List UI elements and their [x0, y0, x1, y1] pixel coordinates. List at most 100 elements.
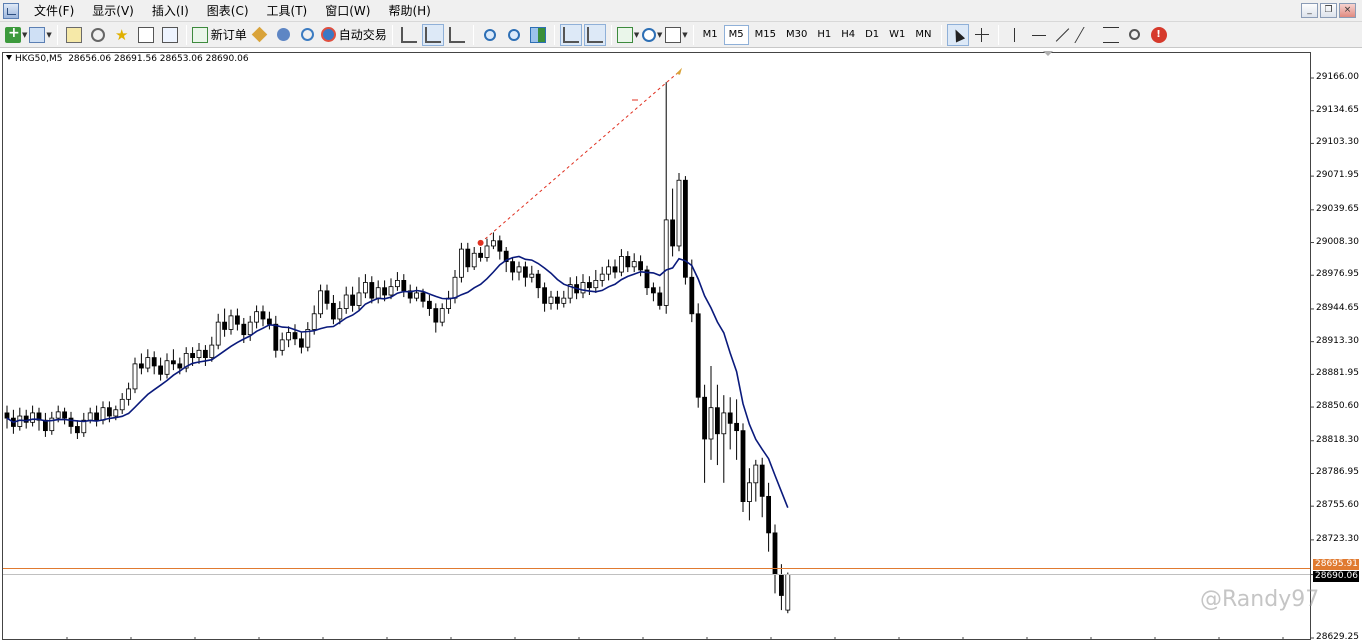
zoom-in-button[interactable]: [479, 24, 501, 46]
price-axis-label: 29008.30: [1316, 236, 1359, 247]
terminal-button[interactable]: [135, 24, 157, 46]
bullish-candle: [606, 266, 611, 275]
bearish-candle: [657, 292, 663, 306]
new-order-button[interactable]: 新订单: [191, 24, 247, 46]
cursor-tool-button[interactable]: [946, 23, 969, 46]
toolbar: ▼ ▼ ★ 新订单 自动交易 ▼ ▼ ▼ M1 M5 M15 M30 H1 H4…: [0, 22, 1362, 48]
channel-button[interactable]: [1073, 24, 1100, 46]
new-chart-button[interactable]: ▼: [5, 24, 27, 46]
timeframe-mn[interactable]: MN: [911, 25, 935, 45]
collapse-triangle-icon[interactable]: [6, 55, 12, 60]
tile-windows-icon: [529, 26, 546, 43]
timeframe-w1[interactable]: W1: [885, 25, 909, 45]
candlestick-chart-button[interactable]: [421, 23, 444, 46]
alert-button[interactable]: !: [1148, 24, 1170, 46]
menu-view[interactable]: 显示(V): [83, 0, 143, 22]
indicators-button[interactable]: ▼: [616, 24, 639, 46]
bullish-candle: [753, 464, 759, 484]
indicators-icon: [616, 26, 633, 43]
auto-trading-button[interactable]: 自动交易: [320, 24, 387, 46]
menu-charts[interactable]: 图表(C): [198, 0, 258, 22]
bullish-candle: [113, 409, 119, 417]
bullish-candle: [164, 360, 170, 375]
moving-average-line: [6, 255, 789, 508]
periods-button[interactable]: ▼: [641, 24, 663, 46]
timeframe-m1[interactable]: M1: [699, 25, 722, 45]
tile-windows-button[interactable]: [527, 24, 549, 46]
timeframe-m30[interactable]: M30: [782, 25, 811, 45]
bullish-candle: [490, 240, 496, 247]
trendline-button[interactable]: [1052, 24, 1074, 46]
bullish-candle: [747, 482, 752, 502]
bearish-candle: [465, 248, 471, 268]
signals-button[interactable]: [297, 24, 319, 46]
bearish-candle: [535, 273, 541, 289]
bullish-candle: [516, 266, 522, 273]
toolbar-separator: [56, 24, 58, 45]
bullish-candle: [119, 398, 125, 411]
bullish-candle: [228, 315, 234, 330]
templates-button[interactable]: ▼: [665, 24, 688, 46]
bearish-candle: [260, 311, 266, 320]
menu-insert[interactable]: 插入(I): [143, 0, 198, 22]
horizontal-line-button[interactable]: [1028, 24, 1050, 46]
app-chart-icon[interactable]: [3, 2, 19, 19]
vertical-line-icon: [1007, 27, 1023, 43]
timeframe-h4[interactable]: H4: [837, 25, 859, 45]
menu-window[interactable]: 窗口(W): [316, 0, 379, 22]
strategy-tester-button[interactable]: [159, 24, 181, 46]
navigator-button[interactable]: [87, 24, 109, 46]
line-chart-icon: [448, 26, 465, 43]
zoom-out-icon: [507, 28, 520, 41]
bearish-candle: [555, 296, 560, 304]
timeframe-h1[interactable]: H1: [813, 25, 835, 45]
bearish-candle: [190, 353, 196, 359]
signal-icon: [301, 28, 315, 41]
vertical-line-button[interactable]: [1004, 24, 1026, 46]
watermark: @Randy97: [1200, 587, 1320, 612]
bullish-candle: [362, 282, 368, 294]
search-button[interactable]: [1124, 24, 1146, 46]
fibonacci-button[interactable]: [1100, 24, 1122, 46]
profiles-button[interactable]: ▼: [29, 24, 52, 46]
bearish-candle: [689, 276, 695, 315]
community-button[interactable]: [273, 24, 295, 46]
minimize-button[interactable]: _: [1301, 3, 1318, 18]
line-chart-button[interactable]: [446, 24, 468, 46]
close-button[interactable]: ×: [1339, 3, 1356, 18]
timeframe-m15[interactable]: M15: [751, 25, 780, 45]
timeframe-m5[interactable]: M5: [723, 24, 749, 45]
bearish-candle: [401, 280, 407, 292]
price-chart[interactable]: [0, 49, 1362, 644]
bullish-candle: [676, 179, 682, 247]
price-axis-label: 28723.30: [1316, 533, 1359, 544]
bearish-candle: [734, 422, 739, 432]
auto-trading-label: 自动交易: [338, 28, 387, 42]
chart-window[interactable]: HKG50,M5 28656.06 28691.56 28653.06 2869…: [0, 49, 1362, 644]
auto-scroll-button[interactable]: [559, 23, 582, 46]
crosshair-tool-button[interactable]: [971, 24, 993, 46]
restore-button[interactable]: ❐: [1320, 3, 1337, 18]
favorites-button[interactable]: ★: [111, 24, 133, 46]
bearish-candle: [740, 430, 746, 502]
bearish-candle: [542, 287, 547, 304]
zoom-out-button[interactable]: [503, 24, 525, 46]
menu-help[interactable]: 帮助(H): [379, 0, 439, 22]
candlestick-icon: [424, 26, 441, 43]
market-watch-button[interactable]: [63, 24, 85, 46]
menu-tools[interactable]: 工具(T): [258, 0, 317, 22]
price-axis-label: 28786.95: [1316, 467, 1359, 478]
trade-history-line: [480, 71, 680, 244]
bullish-candle: [209, 344, 215, 359]
toolbar-separator: [940, 24, 942, 45]
timeframe-d1[interactable]: D1: [861, 25, 883, 45]
metaeditor-button[interactable]: [249, 24, 271, 46]
menu-file[interactable]: 文件(F): [25, 0, 83, 22]
bearish-candle: [433, 308, 439, 323]
chart-shift-marker[interactable]: [1043, 51, 1053, 56]
star-icon: ★: [115, 25, 129, 44]
channel-icon: [1073, 26, 1100, 43]
chart-shift-button[interactable]: [583, 23, 606, 46]
bar-chart-button[interactable]: [398, 24, 420, 46]
bearish-candle: [330, 302, 336, 320]
